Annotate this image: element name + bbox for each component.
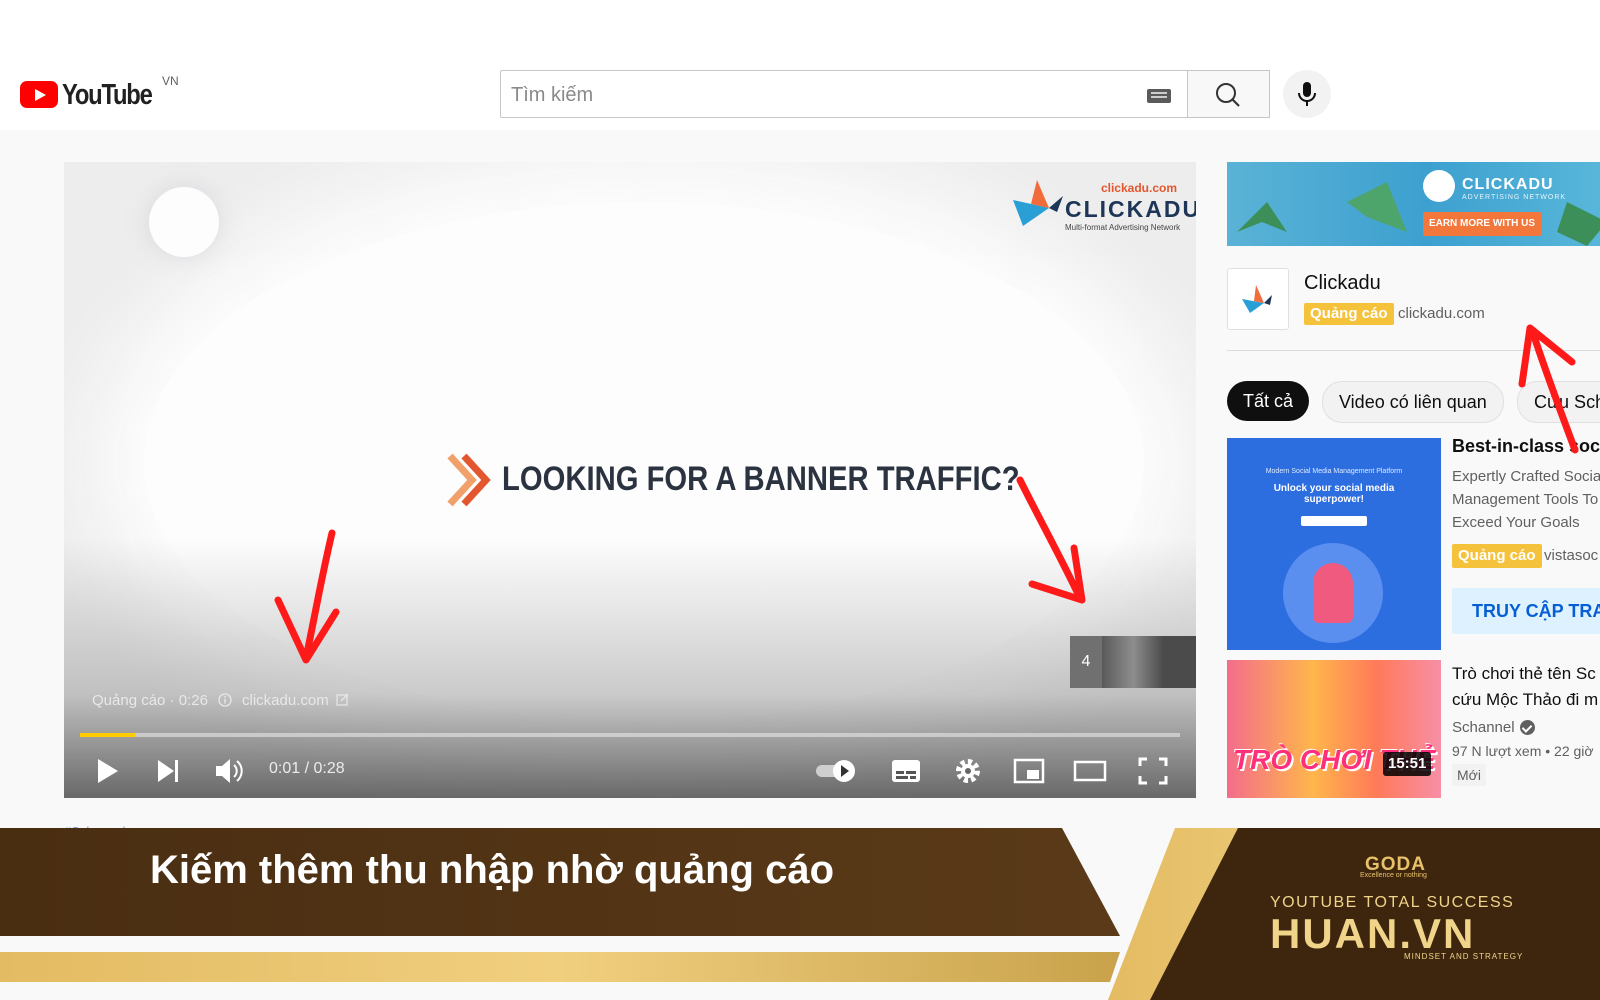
video-duration: 15:51 [1383, 752, 1432, 776]
ad-link[interactable]: clickadu.com [242, 692, 349, 709]
footer-brand: HUAN.VN [1270, 910, 1476, 957]
video-title-line2[interactable]: cứu Mộc Thảo đi m [1452, 690, 1598, 710]
info-icon[interactable] [218, 693, 232, 707]
illustration-figure [1283, 543, 1383, 643]
visit-site-button[interactable]: TRUY CẬP TRA [1452, 588, 1600, 634]
volume-button[interactable] [212, 744, 246, 798]
subtitles-button[interactable] [890, 744, 922, 798]
banner-brand: CLICKADU [1462, 176, 1554, 193]
verified-icon [1520, 720, 1535, 735]
fullscreen-button[interactable] [1136, 744, 1170, 798]
recommendation-title[interactable]: Best-in-class socia [1452, 436, 1600, 457]
footer-slogan: MINDSET AND STRATEGY [1404, 952, 1524, 961]
brand-url: clickadu.com [1100, 181, 1177, 195]
goda-tagline: Excellence or nothing [1360, 872, 1427, 879]
search-button[interactable] [1188, 70, 1270, 118]
decorative-bubble [149, 187, 219, 257]
skip-ad-preview[interactable]: 4 [1070, 636, 1196, 688]
divider [1227, 350, 1600, 351]
brand-name: CLICKADU [1065, 196, 1196, 222]
recommendation-description: Management Tools To [1452, 491, 1599, 508]
gear-icon [956, 759, 980, 783]
banner-cta-button[interactable]: EARN MORE WITH US [1423, 212, 1541, 236]
chip-related-videos[interactable]: Video có liên quan [1322, 381, 1504, 423]
footer-caption: Kiếm thêm thu nhập nhờ quảng cáo [150, 848, 835, 892]
video-player[interactable]: clickadu.com CLICKADU Multi-format Adver… [64, 162, 1196, 798]
progress-bar[interactable] [80, 733, 1180, 737]
banner-subtitle: ADVERTISING NETWORK [1462, 194, 1567, 201]
advertiser-channel[interactable]: vistasoc [1544, 547, 1598, 564]
video-thumbnail[interactable]: TRÒ CHƠI THẺ [1227, 660, 1441, 798]
chip-topic[interactable]: Cứu Sch [1517, 381, 1600, 423]
voice-search-button[interactable] [1283, 70, 1331, 118]
brand-tagline: Multi-format Advertising Network [1065, 223, 1181, 232]
advertiser-name[interactable]: Clickadu [1304, 272, 1381, 295]
microphone-icon [1298, 82, 1316, 106]
ad-link-text: clickadu.com [242, 692, 329, 709]
youtube-logo[interactable]: YouTube VN [20, 74, 190, 114]
play-icon [98, 759, 118, 783]
player-controls: 0:01 / 0:28 [64, 744, 1196, 798]
ad-info-label: Quảng cáo · 0:26 [92, 692, 232, 709]
paper-bird-decoration [1237, 182, 1600, 246]
thumb-headline: Unlock your social media superpower! [1273, 483, 1395, 505]
autoplay-toggle-icon [816, 760, 855, 782]
ad-timer: Quảng cáo · 0:26 [92, 692, 208, 709]
autoplay-toggle[interactable] [814, 744, 860, 798]
thumb-caption: Modern Social Media Management Platform [1265, 468, 1403, 475]
next-video-thumbnail [1102, 636, 1164, 688]
video-title[interactable]: Trò chơi thẻ tên Sc [1452, 664, 1596, 684]
clickadu-logo-icon [1242, 285, 1272, 313]
chevron-right-icon [447, 453, 491, 507]
advertiser-url[interactable]: clickadu.com [1398, 305, 1485, 322]
fullscreen-icon [1138, 757, 1168, 785]
next-button[interactable] [154, 744, 184, 798]
progress-fill [80, 733, 135, 737]
recommendation-description: Expertly Crafted Socia [1452, 468, 1600, 485]
new-badge: Mới [1452, 764, 1486, 786]
ad-badge: Quảng cáo [1304, 303, 1394, 325]
headline-text: LOOKING FOR A BANNER TRAFFIC? [502, 460, 1020, 498]
clickadu-video-logo: clickadu.com CLICKADU Multi-format Adver… [1009, 174, 1196, 234]
ad-headline: LOOKING FOR A BANNER TRAFFIC? [444, 452, 1020, 512]
advertiser-logo[interactable] [1227, 268, 1289, 330]
video-meta: 97 N lượt xem • 22 giờ [1452, 743, 1594, 759]
search-icon [1216, 83, 1240, 107]
recommendation-thumbnail[interactable]: Modern Social Media Management Platform … [1227, 438, 1441, 650]
subtitles-icon [892, 760, 920, 782]
search-input[interactable] [509, 81, 1113, 109]
play-button[interactable] [94, 744, 124, 798]
volume-icon [216, 759, 243, 783]
keyboard-icon[interactable] [1147, 89, 1171, 103]
chip-all[interactable]: Tất cả [1227, 381, 1310, 421]
miniplayer-icon [1013, 758, 1045, 784]
miniplayer-button[interactable] [1012, 744, 1046, 798]
youtube-play-icon [20, 81, 58, 108]
search-box[interactable] [500, 70, 1188, 118]
skip-next-icon [158, 760, 178, 782]
skip-countdown: 4 [1070, 636, 1102, 688]
external-link-icon [336, 693, 349, 706]
recommendation-description: Exceed Your Goals [1452, 514, 1580, 531]
theater-mode-button[interactable] [1072, 744, 1108, 798]
channel-name[interactable]: Schannel [1452, 719, 1515, 736]
region-code: VN [162, 74, 179, 88]
ad-badge: Quảng cáo [1452, 544, 1542, 568]
theater-mode-icon [1073, 760, 1107, 782]
thumb-button [1301, 516, 1367, 526]
youtube-wordmark: YouTube [62, 79, 153, 111]
sidebar-ad-banner[interactable]: CLICKADU ADVERTISING NETWORK EARN MORE W… [1227, 162, 1600, 246]
settings-button[interactable] [952, 744, 984, 798]
time-display: 0:01 / 0:28 [269, 760, 345, 777]
clickadu-badge-icon [1423, 170, 1455, 202]
